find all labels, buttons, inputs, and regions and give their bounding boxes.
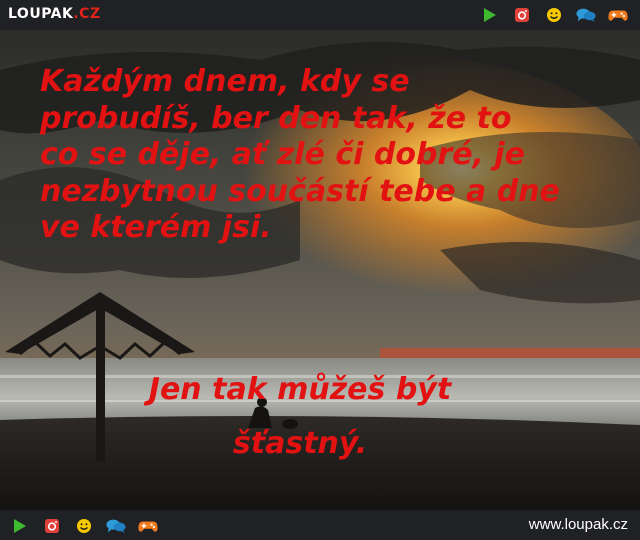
play-icon[interactable] xyxy=(480,6,500,24)
logo-tld: .CZ xyxy=(73,6,101,22)
sunset-beach-image: Každým dnem, kdy se probudíš, ber den ta… xyxy=(0,30,640,510)
quote-line-3: šťastný. xyxy=(232,426,368,461)
chat-icon[interactable] xyxy=(576,6,596,24)
smiley-icon[interactable] xyxy=(544,6,564,24)
bottom-bar: www.loupak.cz xyxy=(0,510,640,540)
logo-text: LOUPAK xyxy=(8,6,74,22)
site-url[interactable]: www.loupak.cz xyxy=(529,516,628,533)
instagram-icon[interactable] xyxy=(42,517,62,535)
quote-text: Každým dnem, kdy se probudíš, ber den ta… xyxy=(40,64,560,245)
site-logo[interactable]: LOUPAK.CZ xyxy=(8,6,101,22)
chat-icon[interactable] xyxy=(106,517,126,535)
gamepad-icon[interactable] xyxy=(608,6,628,24)
instagram-icon[interactable] xyxy=(512,6,532,24)
top-icon-bar xyxy=(480,6,628,24)
bottom-icon-bar xyxy=(10,517,158,535)
top-bar: LOUPAK.CZ xyxy=(0,0,640,30)
gamepad-icon[interactable] xyxy=(138,517,158,535)
play-icon[interactable] xyxy=(10,517,30,535)
quote-line-2: Jen tak můžeš být xyxy=(148,372,452,407)
smiley-icon[interactable] xyxy=(74,517,94,535)
